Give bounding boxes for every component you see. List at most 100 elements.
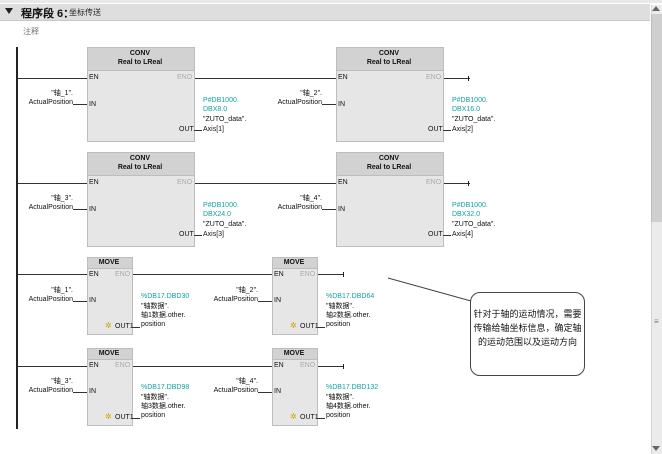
in-wire [73, 209, 87, 210]
move-title: MOVE [98, 259, 120, 266]
out-wire [443, 235, 451, 236]
out-address: P#DB1000. [452, 202, 488, 209]
network-title: 程序段 6： [21, 8, 75, 20]
in-wire [322, 104, 336, 105]
out-wire [194, 235, 202, 236]
in-pin: IN [89, 388, 96, 395]
in-pin: IN [274, 388, 281, 395]
out-operand-tag[interactable]: "ZUTO_data". [203, 221, 246, 229]
out-operand-tag[interactable]: "轴数据". [141, 303, 169, 311]
in-operand-member[interactable]: ActualPosition [7, 387, 73, 395]
add-output-star-icon[interactable]: ✲ [105, 321, 112, 330]
out-operand-member-2[interactable]: position [141, 412, 165, 420]
in-operand-member[interactable]: ActualPosition [192, 296, 258, 304]
out-address: P#DB1000. [203, 202, 239, 209]
out-operand-member[interactable]: 轴3数据.other. [141, 403, 185, 411]
network-header[interactable]: 程序段 6： 坐标传送 [0, 4, 650, 21]
out-operand-member[interactable]: Axis[4] [452, 231, 473, 239]
out-operand-tag[interactable]: "轴数据". [141, 394, 169, 402]
out-operand-member[interactable]: Axis[3] [203, 231, 224, 239]
conv-type: Real to LReal [366, 59, 412, 66]
out-operand-tag[interactable]: "轴数据". [326, 303, 354, 311]
in-operand-member[interactable]: ActualPosition [7, 99, 73, 107]
out-operand-member[interactable]: Axis[1] [203, 126, 224, 134]
in-operand-tag[interactable]: "轴_2". [192, 287, 258, 295]
in-operand-member[interactable]: ActualPosition [192, 387, 258, 395]
in-operand-member[interactable]: ActualPosition [256, 99, 322, 107]
in-operand-member[interactable]: ActualPosition [256, 204, 322, 212]
out-pin: OUT [428, 126, 443, 133]
conv-title: CONV [378, 50, 400, 57]
out-wire [132, 327, 140, 328]
add-output-star-icon[interactable]: ✲ [290, 321, 297, 330]
out-operand-member-2[interactable]: position [141, 321, 165, 329]
out-operand-member-2[interactable]: position [326, 321, 350, 329]
scroll-down-arrow-icon[interactable] [652, 446, 660, 451]
out-address: %DB17.DBD64 [326, 293, 375, 300]
out1-pin: OUT1 [115, 414, 134, 421]
out-operand-tag[interactable]: "ZUTO_data". [203, 116, 246, 124]
callout-line-2: 传输给轴坐标信息，确定轴 [473, 323, 582, 333]
out1-pin: OUT1 [300, 323, 319, 330]
annotation-callout[interactable]: 针对于轴的运动情况，需要 传输给轴坐标信息，确定轴 的运动范围以及运动方向 [470, 292, 585, 376]
in-operand-member[interactable]: ActualPosition [7, 204, 73, 212]
eno-pin: ENO [426, 179, 442, 186]
eno-pin: ENO [115, 271, 131, 278]
add-output-star-icon[interactable]: ✲ [105, 412, 112, 421]
out-address: %DB17.DBD98 [141, 384, 190, 391]
add-output-star-icon[interactable]: ✲ [290, 412, 297, 421]
en-pin: EN [89, 271, 99, 278]
en-pin: EN [274, 271, 284, 278]
out-operand-tag[interactable]: "轴数据". [326, 394, 354, 402]
in-wire [73, 301, 87, 302]
out-address-offset: DBX8.0 [203, 106, 228, 113]
out-wire [443, 130, 451, 131]
out-operand-member[interactable]: 轴4数据.other. [326, 403, 370, 411]
move-title: MOVE [283, 259, 305, 266]
conv-title: CONV [129, 155, 151, 162]
network-comment[interactable]: 注释 [23, 26, 39, 37]
top-divider [0, 0, 662, 3]
out-operand-member[interactable]: Axis[2] [452, 126, 473, 134]
in-operand-tag[interactable]: "轴_1". [7, 287, 73, 295]
out-address-offset: DBX32.0 [452, 211, 481, 218]
out1-pin: OUT1 [115, 323, 134, 330]
in-wire [258, 392, 272, 393]
in-pin: IN [89, 101, 96, 108]
conv-title: CONV [378, 155, 400, 162]
eno-pin: ENO [300, 271, 316, 278]
en-pin: EN [338, 74, 348, 81]
out-operand-member-2[interactable]: position [326, 412, 350, 420]
in-operand-tag[interactable]: "轴_4". [256, 195, 322, 203]
move-title: MOVE [98, 350, 120, 357]
eno-pin: ENO [115, 362, 131, 369]
in-operand-tag[interactable]: "轴_1". [7, 90, 73, 98]
en-pin: EN [89, 362, 99, 369]
out-operand-tag[interactable]: "ZUTO_data". [452, 116, 495, 124]
conv-type: Real to LReal [117, 164, 163, 171]
collapse-triangle-icon[interactable] [5, 8, 13, 14]
out-pin: OUT [179, 126, 194, 133]
out-address-offset: DBX16.0 [452, 106, 481, 113]
in-pin: IN [274, 297, 281, 304]
in-pin: IN [89, 206, 96, 213]
conv-type: Real to LReal [366, 164, 412, 171]
in-operand-tag[interactable]: "轴_4". [192, 378, 258, 386]
out1-pin: OUT1 [300, 414, 319, 421]
in-operand-member[interactable]: ActualPosition [7, 296, 73, 304]
in-operand-tag[interactable]: "轴_2". [256, 90, 322, 98]
scroll-up-arrow-icon[interactable] [652, 6, 660, 11]
in-wire [258, 301, 272, 302]
in-wire [322, 209, 336, 210]
in-pin: IN [338, 206, 345, 213]
en-pin: EN [274, 362, 284, 369]
in-operand-tag[interactable]: "轴_3". [7, 195, 73, 203]
out-operand-member[interactable]: 轴1数据.other. [141, 312, 185, 320]
en-pin: EN [89, 179, 99, 186]
scrollbar-thumb[interactable] [651, 14, 662, 222]
out-operand-member[interactable]: 轴2数据.other. [326, 312, 370, 320]
callout-line-3: 的运动范围以及运动方向 [477, 337, 577, 347]
out-address-offset: DBX24.0 [203, 211, 232, 218]
in-operand-tag[interactable]: "轴_3". [7, 378, 73, 386]
out-operand-tag[interactable]: "ZUTO_data". [452, 221, 495, 229]
